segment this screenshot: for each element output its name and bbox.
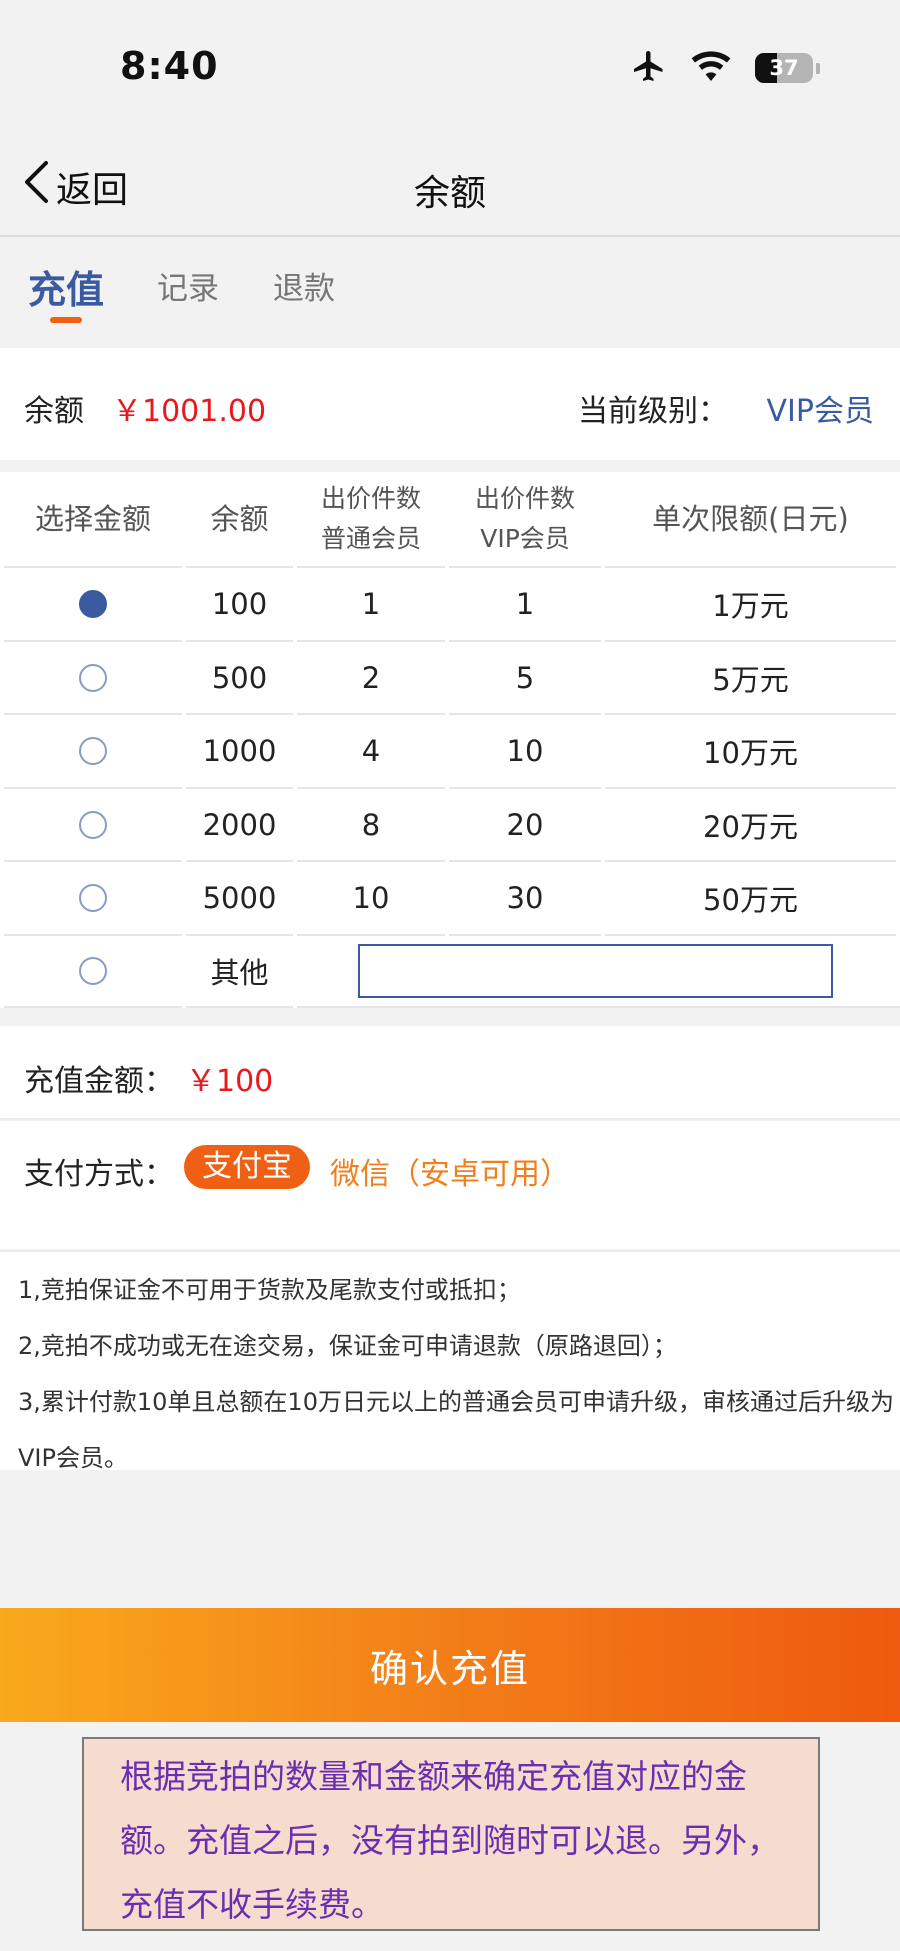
header-normal: 出价件数 普通会员 — [297, 472, 445, 568]
tab-records[interactable]: 记录 — [157, 263, 219, 308]
recharge-amount-value: ￥100 — [186, 1064, 274, 1099]
row-select[interactable] — [4, 789, 182, 862]
row-vip: 5 — [449, 642, 601, 715]
level-value: VIP会员 — [766, 394, 874, 429]
row-select[interactable] — [4, 715, 182, 789]
row-vip: 20 — [449, 789, 601, 862]
status-time: 8:40 — [120, 44, 219, 88]
row-amount: 100 — [186, 568, 293, 642]
note-item: 2,竞拍不成功或无在途交易，保证金可申请退款（原路退回）； — [18, 1332, 677, 1360]
balance-value: ￥1001.00 — [112, 394, 267, 429]
row-select[interactable] — [4, 568, 182, 642]
row-amount: 2000 — [186, 789, 293, 862]
back-button[interactable]: 返回 — [22, 160, 128, 213]
row-other-label: 其他 — [186, 936, 293, 1008]
payment-method-label: 支付方式： — [24, 1157, 174, 1192]
confirm-recharge-button[interactable]: 确认充值 — [0, 1608, 900, 1722]
row-amount: 1000 — [186, 715, 293, 789]
radio-button-selected[interactable] — [79, 590, 107, 618]
note-item: 3,累计付款10单且总额在10万日元以上的普通会员可申请升级，审核通过后升级为V… — [18, 1388, 894, 1472]
table-header: 选择金额 余额 出价件数 普通会员 出价件数 VIP会员 单次限额(日元) — [0, 472, 900, 568]
status-bar: 8:40 37 — [0, 0, 900, 130]
header-balance: 余额 — [186, 472, 293, 568]
radio-button[interactable] — [79, 810, 107, 839]
balance-row: 余额 ￥1001.00 当前级别： VIP会员 — [0, 348, 900, 460]
header-limit: 单次限额(日元) — [605, 472, 896, 568]
header-select: 选择金额 — [4, 472, 182, 568]
tab-bar: 充值 记录 退款 — [0, 239, 900, 347]
table-row[interactable]: 100 1 1 1万元 — [0, 568, 900, 642]
battery-icon: 37 — [755, 53, 813, 83]
row-amount: 500 — [186, 642, 293, 715]
row-limit: 5万元 — [605, 642, 896, 715]
radio-button[interactable] — [79, 737, 107, 765]
battery-level: 37 — [769, 56, 799, 80]
row-normal: 10 — [297, 862, 445, 936]
recharge-amount-label: 充值金额： — [24, 1064, 174, 1099]
table-row[interactable]: 2000 8 20 20万元 — [0, 789, 900, 862]
wechat-option[interactable]: 微信（安卓可用） — [330, 1149, 570, 1193]
row-vip: 1 — [449, 568, 601, 642]
radio-button[interactable] — [79, 663, 107, 692]
notes-section: 1,竞拍保证金不可用于货款及尾款支付或抵扣； 2,竞拍不成功或无在途交易，保证金… — [0, 1250, 900, 1472]
payment-method-row: 支付方式： 支付宝 微信（安卓可用） — [0, 1121, 900, 1249]
row-normal: 4 — [297, 715, 445, 789]
back-label: 返回 — [56, 169, 129, 211]
table-row[interactable]: 500 2 5 5万元 — [0, 642, 900, 715]
table-row[interactable]: 5000 10 30 50万元 — [0, 862, 900, 936]
other-amount-input[interactable] — [358, 944, 833, 998]
row-limit: 50万元 — [605, 862, 896, 936]
status-icons: 37 — [631, 48, 820, 88]
row-limit: 10万元 — [605, 715, 896, 789]
row-normal: 2 — [297, 642, 445, 715]
nav-bar: 返回 余额 — [0, 130, 900, 237]
row-normal: 8 — [297, 789, 445, 862]
chevron-left-icon — [22, 160, 52, 213]
tab-active-indicator — [50, 317, 82, 323]
radio-button[interactable] — [79, 957, 107, 985]
alipay-option[interactable]: 支付宝 — [184, 1145, 310, 1189]
table-row[interactable]: 1000 4 10 10万元 — [0, 715, 900, 789]
note-item: 1,竞拍保证金不可用于货款及尾款支付或抵扣； — [18, 1276, 521, 1304]
tab-refund[interactable]: 退款 — [273, 263, 335, 308]
row-normal: 1 — [297, 568, 445, 642]
page-title: 余额 — [413, 173, 486, 214]
row-select[interactable] — [4, 642, 182, 715]
wifi-icon — [691, 50, 731, 86]
tab-recharge[interactable]: 充值 — [28, 259, 104, 314]
airplane-icon — [631, 48, 667, 88]
recharge-amount-row: 充值金额： ￥100 — [0, 1026, 900, 1120]
annotation-box: 根据竞拍的数量和金额来确定充值对应的金额。充值之后，没有拍到随时可以退。另外，充… — [82, 1737, 820, 1931]
row-amount: 5000 — [186, 862, 293, 936]
header-vip: 出价件数 VIP会员 — [449, 472, 601, 568]
level-label: 当前级别： — [578, 394, 728, 429]
row-limit: 1万元 — [605, 568, 896, 642]
row-vip: 10 — [449, 715, 601, 789]
row-select[interactable] — [4, 862, 182, 936]
radio-button[interactable] — [79, 884, 107, 912]
row-limit: 20万元 — [605, 789, 896, 862]
amount-table: 选择金额 余额 出价件数 普通会员 出价件数 VIP会员 单次限额(日元) 10… — [0, 472, 900, 1008]
row-vip: 30 — [449, 862, 601, 936]
balance-label: 余额 — [24, 394, 84, 429]
row-select[interactable] — [4, 936, 182, 1008]
